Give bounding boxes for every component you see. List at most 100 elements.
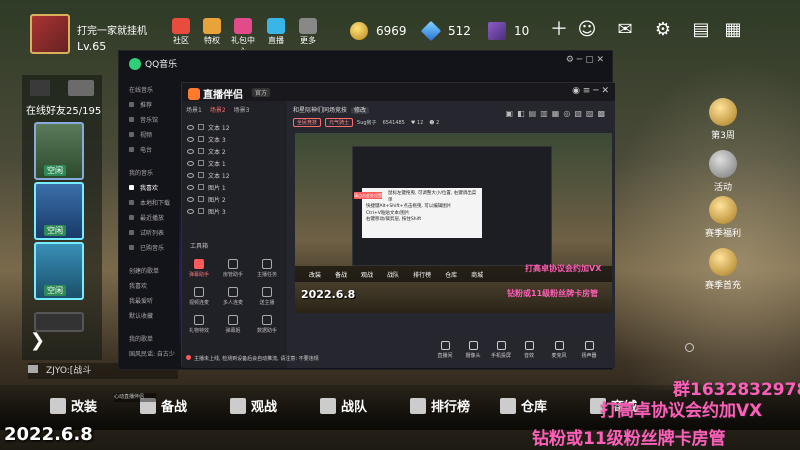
source-row[interactable]: 文本 1	[187, 159, 226, 168]
preview-nav-item: 改装	[309, 272, 322, 279]
book-icon[interactable]: ▤	[690, 20, 712, 40]
season-first-charge-button[interactable]: 赛季首充	[700, 248, 746, 291]
more-button[interactable]: 更多	[293, 18, 323, 46]
tool-room-admin[interactable]: 房管助手	[218, 259, 248, 278]
friend-card[interactable]: 空闲	[34, 182, 84, 240]
stream-preview[interactable]: 请点击此处设置 鼠标左键拖曳, 可调整大小/位置, 右键调出菜单 快捷键Alt+…	[295, 133, 612, 313]
menu-icon[interactable]: ▦	[722, 20, 744, 40]
source-row[interactable]: 文本 12	[187, 171, 230, 180]
tool-multi-link[interactable]: 多人连麦	[218, 287, 248, 306]
source-checkbox[interactable]	[198, 124, 204, 130]
source-row[interactable]: 文本 2	[187, 147, 226, 156]
source-row[interactable]: 图片 2	[187, 195, 226, 204]
live-companion-window[interactable]: 直播伴侣 官方 ◉ ≡ ─ ✕ 场景1 场景2 场景3 文本 12 文本 3 文本 …	[181, 82, 694, 368]
room-title-edit-button[interactable]: 修改	[351, 107, 370, 114]
tooltip-highlight[interactable]: 请点击此处设置	[354, 192, 382, 199]
eye-icon[interactable]	[187, 137, 194, 142]
eye-icon[interactable]	[187, 173, 194, 178]
source-checkbox[interactable]	[198, 196, 204, 202]
add-currency-icon[interactable]: ＋	[548, 20, 570, 40]
nav-warehouse[interactable]: 仓库	[500, 396, 547, 420]
source-row[interactable]: 图片 3	[187, 207, 226, 216]
qq-side-item[interactable]: 推荐	[129, 100, 152, 109]
tool-danmu-ji[interactable]: 弹幕姬	[218, 315, 248, 334]
sound-effect-icon	[524, 341, 534, 350]
qq-side-item[interactable]: 本地和下载	[129, 198, 170, 207]
eye-icon[interactable]	[187, 149, 194, 154]
qq-side-item[interactable]: 视频	[129, 130, 152, 139]
tool-video-link[interactable]: 视频连麦	[184, 287, 214, 306]
tool-streamer-task[interactable]: 主播任务	[252, 259, 282, 278]
ctrl-live-room[interactable]: 直播间	[430, 341, 460, 359]
qq-music-title: QQ音乐	[129, 57, 177, 70]
ctrl-sound-effect[interactable]: 音效	[514, 341, 544, 359]
live-button[interactable]: 直播	[261, 18, 291, 46]
gear-icon[interactable]: ⚙	[652, 20, 674, 40]
tab-scene-1[interactable]: 场景1	[186, 107, 202, 114]
nav-modify[interactable]: 改装	[50, 396, 97, 420]
source-row[interactable]: 图片 1	[187, 183, 226, 192]
live-controls: 直播间 摄像头 手机投屏 音效 麦克风 扬声器	[392, 339, 720, 368]
mail-icon[interactable]: ✉	[614, 20, 636, 40]
tool-gift-effect[interactable]: 礼物特效	[184, 315, 214, 334]
tab-stats[interactable]	[30, 80, 50, 96]
tab-scene-2[interactable]: 场景2	[210, 107, 226, 114]
expand-arrow-icon[interactable]: ❯	[30, 330, 90, 352]
source-checkbox[interactable]	[198, 172, 204, 178]
source-row[interactable]: 文本 3	[187, 135, 226, 144]
season-week-button[interactable]: 第3周	[700, 98, 746, 141]
taskbar-chip[interactable]: 心动直播伴侣	[114, 393, 156, 402]
eye-icon[interactable]	[187, 209, 194, 214]
qq-side-item[interactable]: 试听列表	[129, 228, 164, 237]
ctrl-camera[interactable]: 摄像头	[458, 341, 488, 359]
qq-side-item[interactable]: 已购音乐	[129, 243, 164, 252]
qq-side-item[interactable]: 音乐馆	[129, 115, 158, 124]
eye-icon[interactable]	[187, 197, 194, 202]
category-chip[interactable]: 全民竞技	[293, 118, 322, 127]
source-checkbox[interactable]	[198, 184, 204, 190]
ctrl-settings[interactable]	[674, 343, 704, 354]
live-window-controls[interactable]: ◉ ≡ ─ ✕	[572, 86, 609, 96]
qq-window-controls[interactable]: ⚙ ─ ▢ ✕	[566, 55, 604, 65]
nav-spectate[interactable]: 观战	[230, 396, 277, 420]
ctrl-phone-cast[interactable]: 手机投屏	[486, 341, 516, 359]
privilege-button[interactable]: 特权	[197, 18, 227, 46]
season-reward-button[interactable]: 赛季福利	[700, 196, 746, 239]
nav-team[interactable]: 战队	[320, 396, 367, 420]
qq-side-item[interactable]: 我最爱听	[129, 296, 153, 305]
game-chip[interactable]: 元气骑士	[325, 118, 354, 127]
friend-card[interactable]: 空闲	[34, 122, 84, 180]
tab-scene-3[interactable]: 场景3	[234, 107, 250, 114]
source-checkbox[interactable]	[198, 148, 204, 154]
tab-friends[interactable]	[68, 80, 94, 96]
main-toolbar-icons[interactable]: ▣◧▤▥▦◎▧▨▩	[506, 109, 609, 118]
qq-side-item[interactable]: 国风民谣: 自古少	[129, 349, 175, 358]
activity-button[interactable]: 活动	[700, 150, 746, 193]
qq-side-item[interactable]: 最近播放	[129, 213, 164, 222]
ctrl-speaker[interactable]: 扬声器	[574, 341, 604, 359]
tool-danmu-helper[interactable]: 弹幕助手	[184, 259, 214, 278]
source-row[interactable]: 文本 12	[187, 123, 230, 132]
eye-icon[interactable]	[187, 125, 194, 130]
source-checkbox[interactable]	[198, 160, 204, 166]
tool-send-streamer[interactable]: 送主播	[252, 287, 282, 306]
source-checkbox[interactable]	[198, 136, 204, 142]
player-avatar[interactable]	[30, 14, 70, 54]
friend-card[interactable]	[34, 312, 84, 332]
community-button[interactable]: 社区	[166, 18, 196, 46]
friend-card[interactable]: 空闲	[34, 242, 84, 300]
tool-data-helper[interactable]: 数据助手	[252, 315, 282, 334]
eye-icon[interactable]	[187, 185, 194, 190]
qq-side-item[interactable]: 我喜欢	[129, 183, 158, 192]
friends-icon[interactable]: ☺	[576, 20, 598, 40]
nav-leaderboard[interactable]: 排行榜	[410, 396, 470, 420]
gear-icon	[684, 343, 694, 352]
qq-side-item[interactable]: 我喜欢	[129, 281, 147, 290]
qq-side-item[interactable]: 电台	[129, 145, 152, 154]
source-checkbox[interactable]	[198, 208, 204, 214]
qq-side-item[interactable]: 默认收藏	[129, 311, 153, 320]
eye-icon[interactable]	[187, 161, 194, 166]
friends-tabs	[22, 78, 102, 98]
qq-side-item: 我的音乐	[129, 168, 153, 177]
ctrl-microphone[interactable]: 麦克风	[544, 341, 574, 359]
